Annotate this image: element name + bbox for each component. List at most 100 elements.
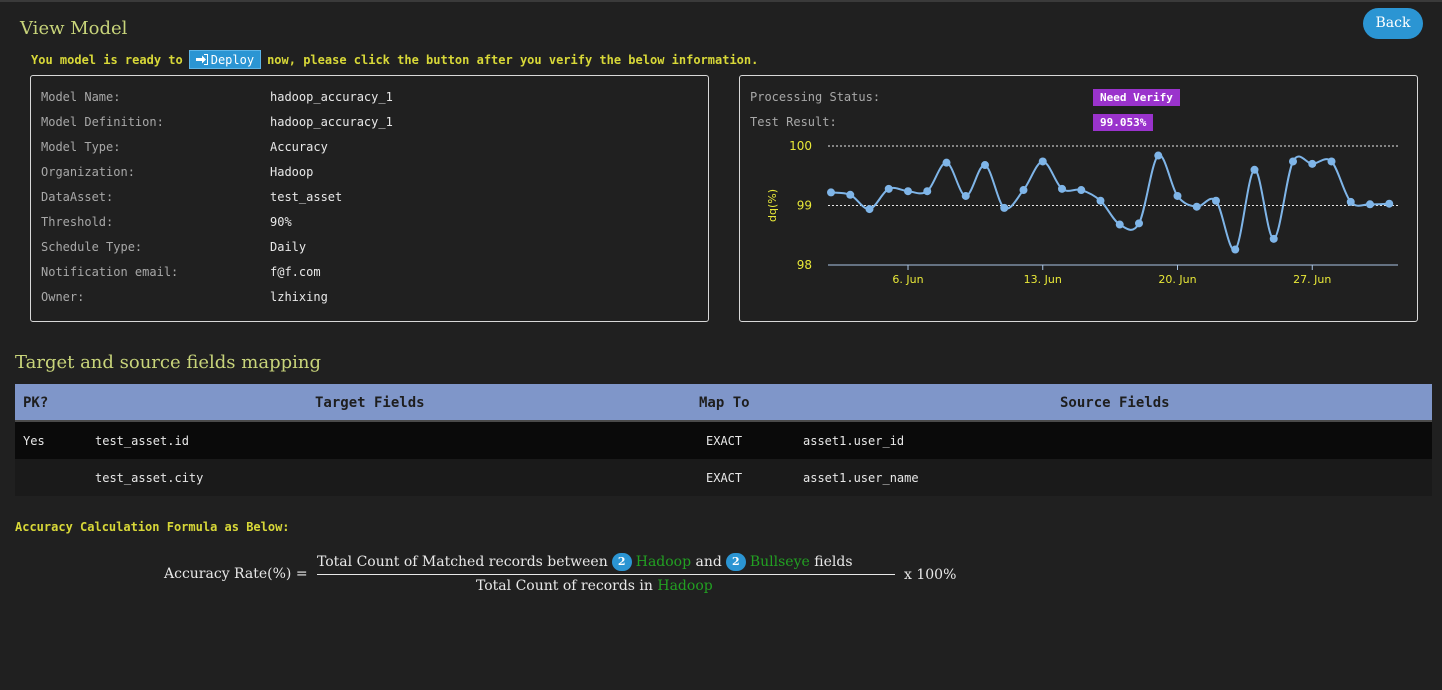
- ready-message: You model is ready to Deploy now, please…: [31, 50, 758, 69]
- accuracy-chart: 98 99 100 dq(%) 6. Jun 13. Jun 20. Jun 27. Jun: [766, 139, 1398, 286]
- ready-suffix: now, please click the button after you v…: [267, 52, 759, 67]
- info-label: Owner:: [41, 290, 85, 304]
- count-badge-1: 2: [611, 553, 632, 571]
- data-point: [961, 191, 970, 200]
- header-source-fields: Source Fields: [1060, 395, 1170, 411]
- denominator-text: Total Count of records in: [476, 578, 653, 594]
- status-panel: Processing Status: Need Verify Test Resu…: [739, 75, 1418, 322]
- data-point: [846, 190, 855, 199]
- info-value: Accuracy: [270, 140, 328, 154]
- cell-map: EXACT: [706, 471, 743, 485]
- data-point: [942, 158, 951, 167]
- data-point: [1346, 197, 1355, 206]
- header-pk: PK?: [23, 395, 49, 411]
- data-point: [1058, 184, 1066, 193]
- info-label: Schedule Type:: [41, 240, 143, 254]
- cell-target: test_asset.id: [95, 434, 189, 448]
- y-tick-label: 99: [797, 199, 812, 213]
- fields-text: fields: [814, 554, 853, 570]
- info-value: lzhixing: [270, 290, 328, 304]
- data-point: [865, 205, 874, 214]
- info-value: hadoop_accuracy_1: [270, 90, 393, 104]
- info-label: Organization:: [41, 165, 135, 179]
- data-point: [1366, 200, 1374, 209]
- formula-numerator: Total Count of Matched records between 2 H…: [317, 553, 853, 571]
- info-label: Notification email:: [41, 265, 179, 279]
- info-label: Model Name:: [41, 90, 121, 104]
- data-point: [923, 187, 932, 196]
- info-value: hadoop_accuracy_1: [270, 115, 393, 129]
- y-axis-label: dq(%): [766, 189, 779, 222]
- data-point: [981, 161, 989, 170]
- y-tick-label: 100: [789, 139, 812, 153]
- sign-in-icon: [195, 54, 208, 65]
- cell-source: asset1.user_name: [803, 471, 919, 485]
- denominator-asset: Hadoop: [657, 578, 713, 594]
- mapping-table: PK? Target Fields Map To Source Fields Y…: [15, 384, 1432, 496]
- header-map-to: Map To: [699, 395, 750, 411]
- deploy-label: Deploy: [210, 52, 255, 67]
- info-value: test_asset: [270, 190, 343, 204]
- header-target-fields: Target Fields: [315, 395, 425, 411]
- status-badge: Need Verify: [1093, 89, 1180, 106]
- y-tick-label: 98: [797, 258, 812, 272]
- asset-name-2: Bullseye: [749, 554, 810, 570]
- info-label: Model Definition:: [41, 115, 164, 129]
- cell-pk: Yes: [23, 434, 45, 448]
- x-tick-label: 27. Jun: [1293, 273, 1331, 286]
- data-point: [1212, 196, 1220, 205]
- x-tick-label: 6. Jun: [892, 273, 923, 286]
- data-point: [1154, 151, 1163, 160]
- data-point: [884, 184, 893, 193]
- data-point: [1077, 186, 1086, 195]
- data-point: [1192, 202, 1201, 211]
- data-point: [1038, 157, 1047, 166]
- page-title: View Model: [20, 18, 128, 39]
- x-tick-label: 13. Jun: [1024, 273, 1062, 286]
- table-row: test_asset.city EXACT asset1.user_name: [15, 459, 1432, 496]
- data-point: [1000, 203, 1009, 212]
- numerator-text: Total Count of Matched records between: [317, 554, 608, 570]
- data-point: [1250, 165, 1259, 174]
- data-point: [827, 188, 835, 197]
- mapping-title: Target and source fields mapping: [15, 352, 321, 373]
- back-button[interactable]: Back: [1363, 8, 1423, 39]
- test-result-label: Test Result:: [750, 115, 837, 129]
- data-point: [1096, 196, 1105, 205]
- formula-denominator: Total Count of records in Hadoop: [476, 578, 713, 594]
- data-point: [1289, 157, 1297, 166]
- info-value: Daily: [270, 240, 307, 254]
- series-line: [830, 154, 1390, 251]
- data-point: [1385, 199, 1394, 208]
- info-label: Threshold:: [41, 215, 114, 229]
- info-value: Hadoop: [270, 165, 314, 179]
- data-point: [904, 187, 912, 196]
- top-border: [0, 0, 1442, 2]
- data-point: [1231, 245, 1240, 254]
- model-info-panel: Model Name: hadoop_accuracy_1 Model Defini…: [30, 75, 709, 322]
- ready-prefix: You model is ready to: [31, 52, 183, 67]
- table-header: PK? Target Fields Map To Source Fields: [15, 384, 1432, 422]
- data-point: [1115, 220, 1124, 229]
- data-point: [1308, 159, 1317, 168]
- count-badge-2: 2: [725, 553, 746, 571]
- data-point: [1327, 157, 1336, 166]
- x-tick-label: 20. Jun: [1158, 273, 1196, 286]
- and-text: and: [695, 554, 722, 570]
- cell-map: EXACT: [706, 434, 743, 448]
- data-point: [1135, 219, 1143, 228]
- info-label: DataAsset:: [41, 190, 114, 204]
- table-row: Yes test_asset.id EXACT asset1.user_id: [15, 422, 1432, 459]
- info-value: f@f.com: [270, 265, 321, 279]
- formula-title: Accuracy Calculation Formula as Below:: [15, 520, 290, 534]
- fraction-bar: [317, 574, 895, 575]
- data-point: [1269, 234, 1278, 243]
- test-result-badge: 99.053%: [1093, 114, 1154, 131]
- data-point: [1019, 186, 1028, 195]
- data-point: [1173, 191, 1182, 200]
- info-label: Model Type:: [41, 140, 121, 154]
- deploy-button[interactable]: Deploy: [188, 50, 262, 69]
- cell-source: asset1.user_id: [803, 434, 905, 448]
- processing-status-label: Processing Status:: [750, 90, 881, 104]
- formula-lhs: Accuracy Rate(%) =: [164, 566, 308, 582]
